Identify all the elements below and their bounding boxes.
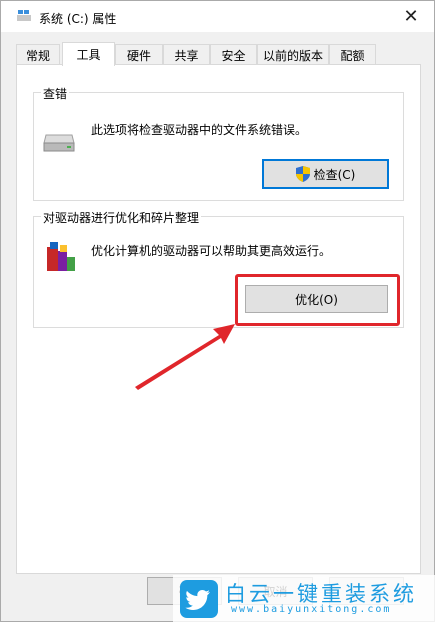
tab-general[interactable]: 常规 <box>16 44 60 65</box>
drive-title-icon <box>17 10 31 21</box>
tab-hardware[interactable]: 硬件 <box>115 44 163 65</box>
tab-security[interactable]: 安全 <box>210 44 257 65</box>
error-check-title: 查错 <box>41 85 70 102</box>
tab-quota[interactable]: 配额 <box>329 44 376 65</box>
title-bar: 系统 (C:) 属性 ✕ <box>1 1 434 32</box>
tab-tools[interactable]: 工具 <box>62 42 115 66</box>
optimize-description: 优化计算机的驱动器可以帮助其更高效运行。 <box>91 244 332 258</box>
red-arrow-annotation <box>135 324 235 390</box>
close-button[interactable]: ✕ <box>388 1 434 32</box>
watermark: 白云一键重装系统 www.baiyunxitong.com <box>173 575 435 622</box>
tab-previous-versions[interactable]: 以前的版本 <box>257 44 329 65</box>
check-button-label: 检查(C) <box>313 167 356 182</box>
optimize-title: 对驱动器进行优化和碎片整理 <box>41 209 202 226</box>
drive-icon <box>43 134 75 152</box>
tab-strip: 常规 工具 硬件 共享 安全 以前的版本 配额 <box>16 42 421 66</box>
watermark-url: www.baiyunxitong.com <box>231 604 392 615</box>
tab-sharing[interactable]: 共享 <box>163 44 210 65</box>
defrag-icon <box>47 242 75 271</box>
check-button[interactable]: 检查(C) <box>262 159 389 189</box>
error-check-group: 查错 此选项将检查驱动器中的文件系统错误。 检查(C) <box>33 85 404 201</box>
window-title: 系统 (C:) 属性 <box>39 12 117 26</box>
close-icon: ✕ <box>403 6 419 27</box>
uac-shield-icon <box>295 166 310 182</box>
highlight-box <box>235 274 400 326</box>
properties-dialog: 系统 (C:) 属性 ✕ 常规 工具 硬件 共享 安全 以前的版本 配额 查错 … <box>0 0 435 622</box>
error-check-description: 此选项将检查驱动器中的文件系统错误。 <box>91 123 308 137</box>
twitter-bird-icon <box>180 580 218 618</box>
